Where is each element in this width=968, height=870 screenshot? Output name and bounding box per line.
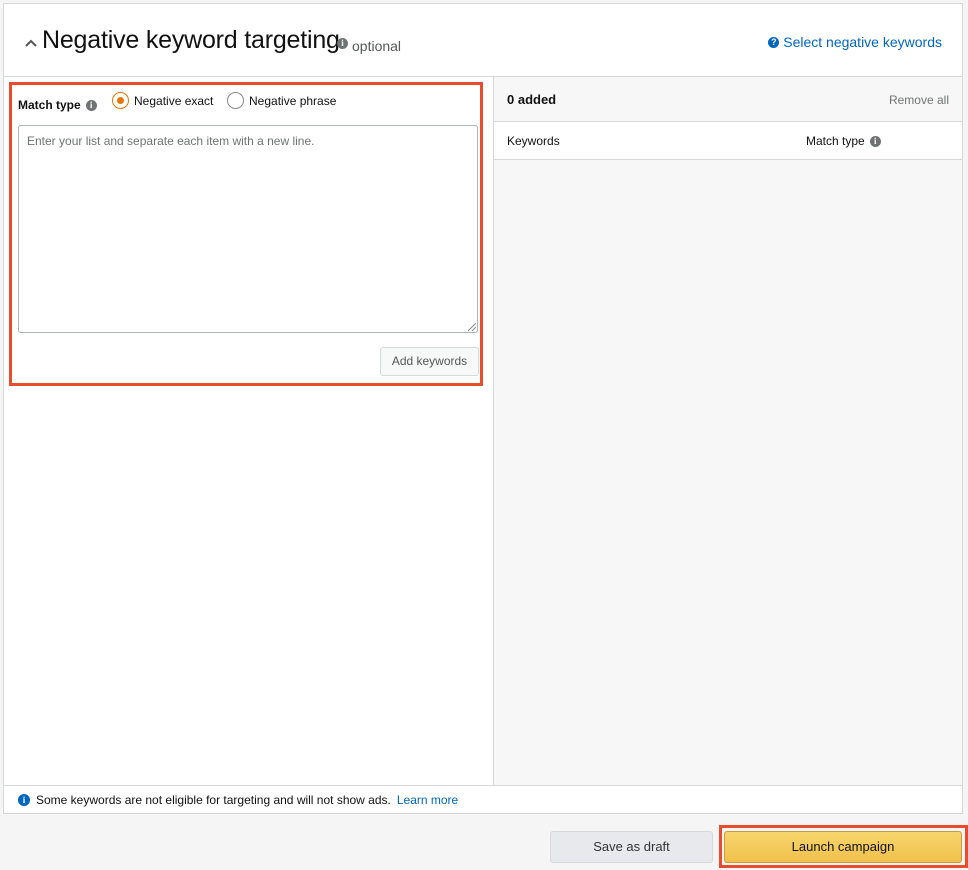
radio-unchecked-icon[interactable] xyxy=(227,92,244,109)
match-type-text: Match type xyxy=(18,98,81,112)
section-header: Negative keyword targeting i optional ? … xyxy=(4,4,962,77)
add-keywords-button[interactable]: Add keywords xyxy=(380,347,479,376)
radio-checked-icon[interactable] xyxy=(112,92,129,109)
table-header: Keywords Match type i xyxy=(494,122,962,160)
learn-more-link[interactable]: Learn more xyxy=(397,793,458,807)
column-keywords: Keywords xyxy=(507,134,560,148)
info-icon: i xyxy=(18,793,30,806)
keyword-list-textarea[interactable] xyxy=(18,125,478,333)
radio-label: Negative phrase xyxy=(249,93,337,108)
section-title: Negative keyword targeting xyxy=(42,26,340,54)
help-icon: ? xyxy=(768,36,780,48)
note-text: Some keywords are not eligible for targe… xyxy=(36,792,391,807)
chevron-up-icon[interactable] xyxy=(24,36,38,50)
resize-grip-icon[interactable] xyxy=(468,323,476,331)
added-keywords-pane: 0 added Remove all Keywords Match type i xyxy=(493,77,962,785)
optional-label: optional xyxy=(352,38,402,54)
launch-campaign-button[interactable]: Launch campaign xyxy=(724,831,962,863)
column-match-type-label: Match type xyxy=(806,134,865,148)
select-link-label: Select negative keywords xyxy=(783,34,942,50)
radio-negative-exact[interactable]: Negative exact xyxy=(112,92,213,109)
info-icon[interactable]: i xyxy=(85,99,97,111)
eligibility-note: i Some keywords are not eligible for tar… xyxy=(4,785,962,813)
added-count: 0 added xyxy=(507,92,557,107)
select-negative-keywords-link[interactable]: ? Select negative keywords xyxy=(768,34,942,50)
info-icon[interactable]: i xyxy=(869,135,881,147)
match-type-label: Match type i xyxy=(18,98,97,112)
radio-negative-phrase[interactable]: Negative phrase xyxy=(227,92,336,109)
column-match-type: Match type i xyxy=(806,134,881,148)
radio-label: Negative exact xyxy=(134,93,214,108)
added-summary-row: 0 added Remove all xyxy=(494,77,962,122)
negative-keyword-card: Negative keyword targeting i optional ? … xyxy=(3,3,963,814)
remove-all-link[interactable]: Remove all xyxy=(889,93,949,107)
info-icon[interactable]: i xyxy=(337,38,348,49)
save-as-draft-button[interactable]: Save as draft xyxy=(550,831,713,863)
keyword-entry-pane: Match type i Negative exact Negative phr… xyxy=(4,77,493,785)
